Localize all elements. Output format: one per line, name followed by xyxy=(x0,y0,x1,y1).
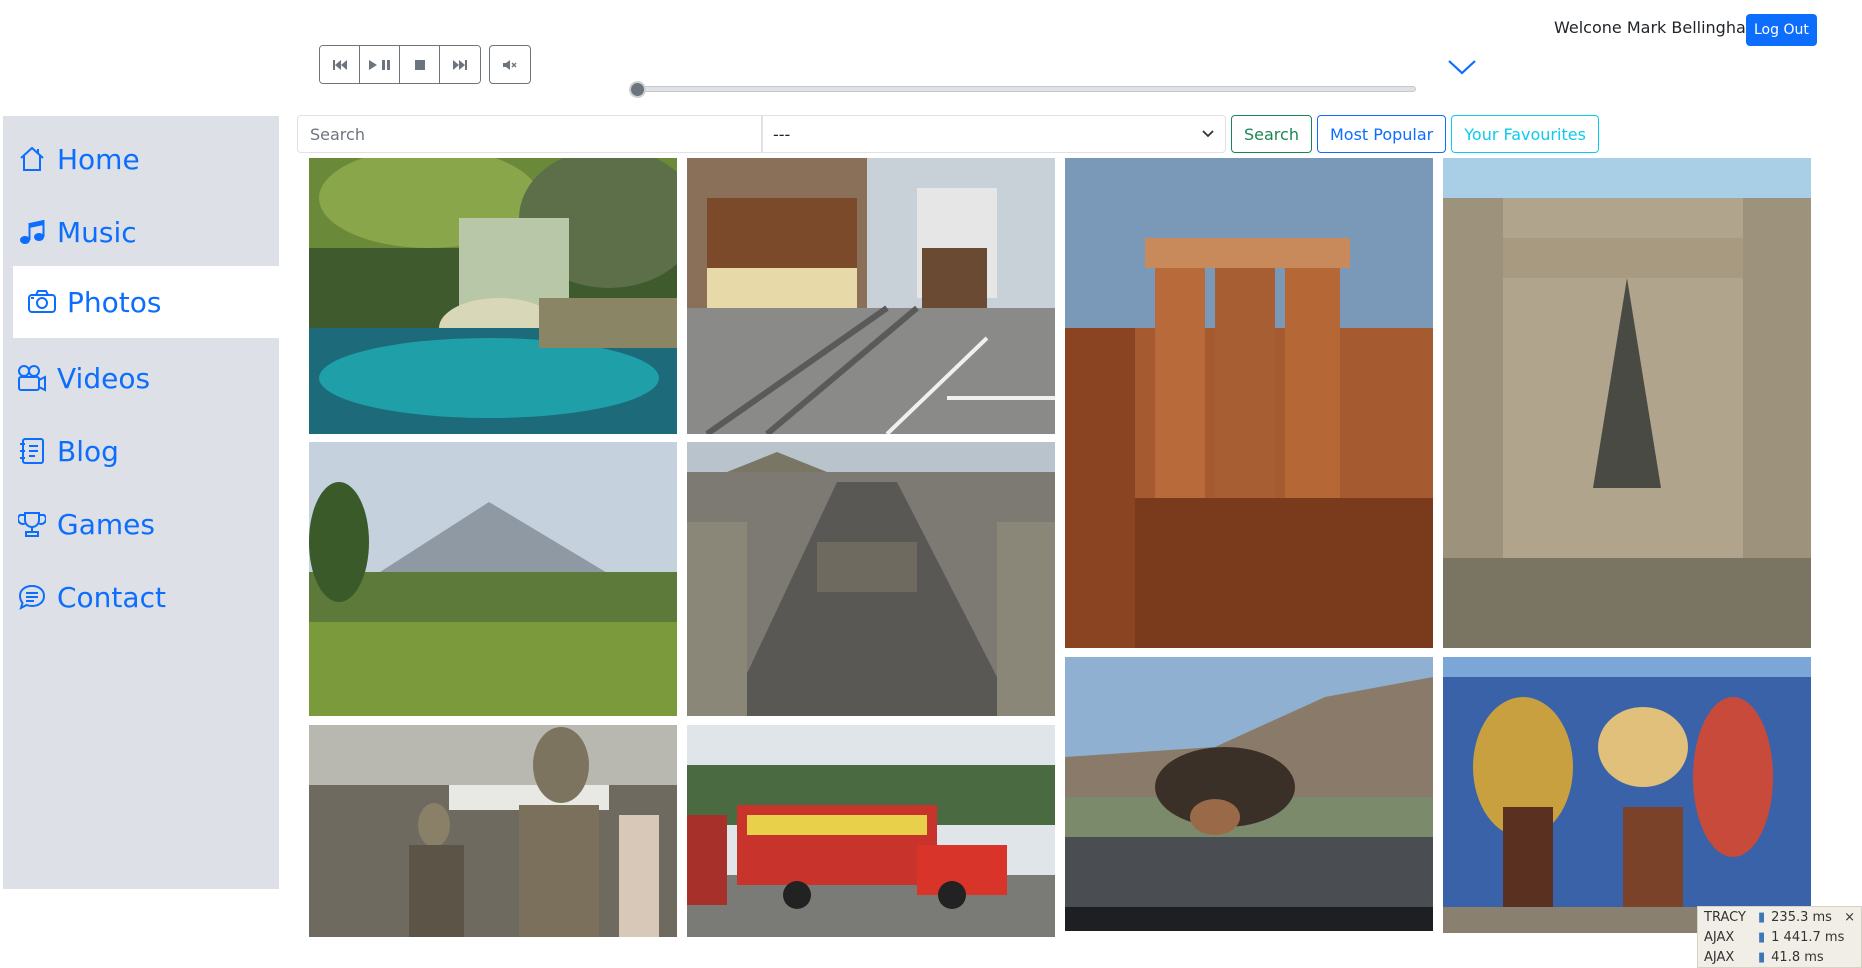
skip-back-icon xyxy=(332,59,347,70)
photo-image xyxy=(309,158,677,434)
home-icon xyxy=(17,144,47,174)
photo-image xyxy=(687,725,1055,937)
mute-icon xyxy=(503,59,517,70)
tracy-row-label: AJAX xyxy=(1704,949,1735,965)
playback-button-group xyxy=(319,45,481,84)
photo-volcano-grassland[interactable] xyxy=(309,442,677,716)
close-icon[interactable]: × xyxy=(1844,910,1855,925)
tracy-row-main: TRACY ▮ 235.3 ms × xyxy=(1698,907,1861,927)
welcome-text: Welcone Mark Bellingham xyxy=(1554,18,1762,37)
sidebar-item-label: Blog xyxy=(57,434,119,468)
mute-button[interactable] xyxy=(489,45,531,84)
tracy-row-value: 1 441.7 ms xyxy=(1771,929,1845,945)
photo-street-mural[interactable] xyxy=(1443,657,1811,933)
play-pause-icon xyxy=(368,59,390,70)
photo-chicken-bus[interactable] xyxy=(687,725,1055,937)
category-select[interactable]: --- xyxy=(762,115,1226,153)
photo-image xyxy=(1443,158,1811,648)
photo-cable-car-street[interactable] xyxy=(687,158,1055,434)
logout-button[interactable]: Log Out xyxy=(1746,14,1817,46)
chat-icon xyxy=(17,582,47,612)
sidebar-item-label: Music xyxy=(57,215,137,249)
sidebar-item-games[interactable]: Games xyxy=(17,488,155,560)
chevron-down-icon[interactable] xyxy=(1446,56,1478,78)
play-pause-button[interactable] xyxy=(360,46,400,83)
music-note-icon xyxy=(17,217,47,247)
camera-icon xyxy=(27,287,57,317)
chevron-down-icon xyxy=(1202,130,1214,138)
photo-image xyxy=(687,442,1055,716)
sidebar-item-label: Home xyxy=(57,142,140,176)
video-camera-icon xyxy=(17,363,47,393)
photo-cenote-pool[interactable] xyxy=(309,158,677,434)
stop-icon xyxy=(414,59,425,70)
top-bar: Welcone Mark Bellingham Log Out xyxy=(0,0,1862,110)
sidebar-item-label: Videos xyxy=(57,361,151,395)
tracy-total: 235.3 ms xyxy=(1771,909,1832,925)
search-button[interactable]: Search xyxy=(1231,115,1312,153)
sidebar-item-videos[interactable]: Videos xyxy=(17,342,150,414)
skip-forward-icon xyxy=(453,59,467,70)
sidebar-item-music[interactable]: Music xyxy=(17,196,137,268)
progress-slider-thumb[interactable] xyxy=(629,81,646,98)
skip-forward-button[interactable] xyxy=(440,46,480,83)
sidebar-item-label: Contact xyxy=(57,580,166,614)
your-favourites-button[interactable]: Your Favourites xyxy=(1451,115,1599,153)
sidebar-item-label: Photos xyxy=(67,285,162,319)
category-select-value: --- xyxy=(773,124,791,144)
photo-red-rock-hoodoos[interactable] xyxy=(1065,158,1433,648)
tracy-row-value: 41.8 ms xyxy=(1771,949,1824,965)
photo-image xyxy=(1443,657,1811,933)
progress-slider[interactable] xyxy=(629,81,1416,98)
sidebar-item-blog[interactable]: Blog xyxy=(17,415,119,487)
sidebar-item-photos[interactable]: Photos xyxy=(13,266,282,338)
search-input[interactable]: Search xyxy=(297,115,762,153)
tracy-debug-bar[interactable]: TRACY ▮ 235.3 ms × AJAX ▮ 1 441.7 ms AJA… xyxy=(1697,906,1862,968)
chart-bar-icon: ▮ xyxy=(1758,949,1766,965)
skip-back-button[interactable] xyxy=(320,46,360,83)
trophy-icon xyxy=(17,509,47,539)
journal-icon xyxy=(17,436,47,466)
tracy-row: AJAX ▮ 1 441.7 ms xyxy=(1698,927,1861,947)
sidebar-item-label: Games xyxy=(57,507,155,541)
tracy-row-label: AJAX xyxy=(1704,929,1735,945)
tracy-title: TRACY xyxy=(1704,909,1746,925)
chart-bar-icon: ▮ xyxy=(1758,929,1766,945)
tracy-row: AJAX ▮ 41.8 ms xyxy=(1698,947,1861,967)
photo-image xyxy=(1065,657,1433,931)
most-popular-button[interactable]: Most Popular xyxy=(1316,115,1447,153)
photo-mayan-ruin-facade[interactable] xyxy=(1443,158,1811,648)
photo-teotihuacan-avenue[interactable] xyxy=(687,442,1055,716)
photo-image xyxy=(687,158,1055,434)
chart-bar-icon: ▮ xyxy=(1758,909,1766,925)
photo-image xyxy=(1065,158,1433,648)
sidebar: Home Music Photos Videos Blog Games Cont… xyxy=(3,116,282,889)
search-toolbar: Search --- Search Most Popular Your Favo… xyxy=(297,115,1599,153)
photo-image xyxy=(309,725,677,937)
sidebar-item-contact[interactable]: Contact xyxy=(17,561,166,633)
sidebar-item-home[interactable]: Home xyxy=(17,123,140,195)
stop-button[interactable] xyxy=(400,46,440,83)
audio-player-controls xyxy=(319,45,531,84)
photo-bison-roadside[interactable] xyxy=(1065,657,1433,931)
photo-bronze-statues[interactable] xyxy=(309,725,677,937)
photo-image xyxy=(309,442,677,716)
